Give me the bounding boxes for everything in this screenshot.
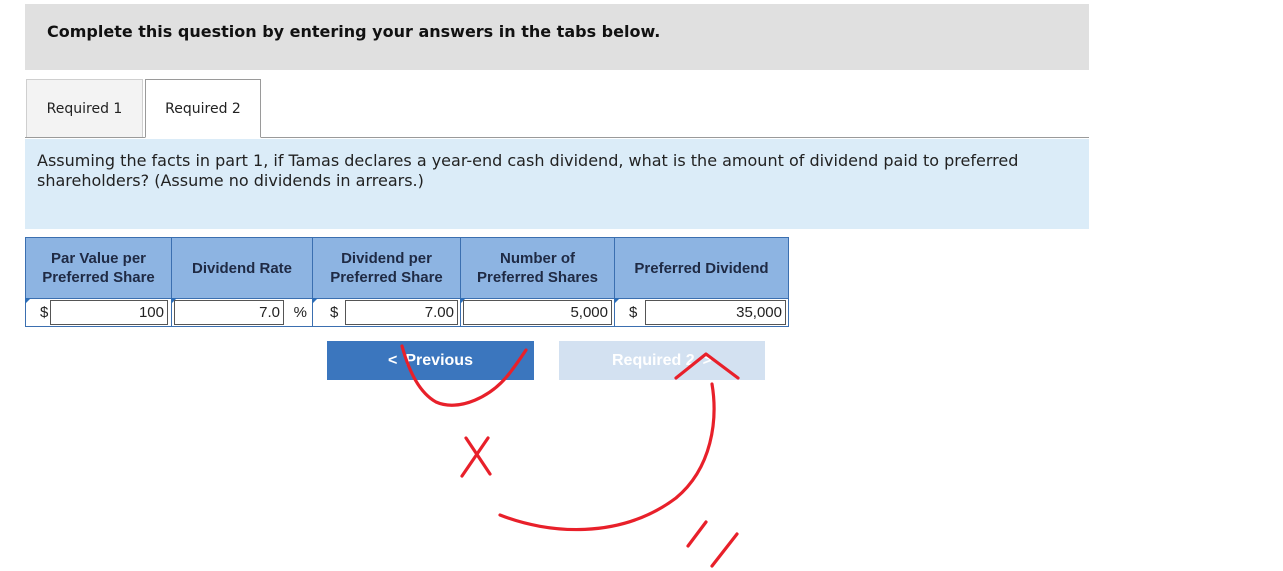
number-of-shares-input[interactable]: 5,000 bbox=[463, 300, 612, 325]
table-row: $ 100 7.0 % $ 7.00 5,000 $ 35,000 bbox=[25, 298, 789, 327]
par-value-input[interactable]: 100 bbox=[50, 300, 168, 325]
instruction-text: Complete this question by entering your … bbox=[47, 22, 661, 41]
header-par-value-line1: Par Value per bbox=[50, 250, 147, 267]
question-text: Assuming the facts in part 1, if Tamas d… bbox=[37, 151, 1019, 190]
header-dividend-per-share: Dividend per Preferred Share bbox=[312, 237, 461, 299]
next-button-label: Required 2 bbox=[611, 351, 695, 369]
dividend-rate-input[interactable]: 7.0 bbox=[174, 300, 284, 325]
instruction-banner: Complete this question by entering your … bbox=[25, 4, 1089, 70]
tab-required-1[interactable]: Required 1 bbox=[26, 79, 143, 137]
currency-symbol: $ bbox=[40, 304, 49, 321]
currency-symbol: $ bbox=[330, 304, 339, 321]
input-flag-icon bbox=[25, 298, 31, 304]
dividend-rate-cell: 7.0 % bbox=[171, 298, 313, 327]
header-shares-line1: Number of bbox=[500, 250, 575, 267]
header-number-of-shares: Number of Preferred Shares bbox=[460, 237, 615, 299]
table-header-row: Par Value per Preferred Share Dividend R… bbox=[25, 237, 789, 299]
annotation-x-mark-b bbox=[460, 436, 490, 478]
header-dps-line1: Dividend per bbox=[341, 250, 432, 267]
annotation-x-mark-a bbox=[464, 436, 492, 476]
previous-button-label: Previous bbox=[405, 351, 473, 369]
tab-required-2[interactable]: Required 2 bbox=[145, 79, 261, 138]
header-dividend-rate: Dividend Rate bbox=[171, 237, 313, 299]
header-shares-line2: Preferred Shares bbox=[477, 269, 598, 286]
dividend-per-share-cell: $ 7.00 bbox=[312, 298, 461, 327]
input-flag-icon bbox=[312, 298, 318, 304]
previous-button[interactable]: < Previous bbox=[327, 341, 534, 380]
par-value-cell: $ 100 bbox=[25, 298, 172, 327]
preferred-dividend-cell: $ 35,000 bbox=[614, 298, 789, 327]
header-par-value-line2: Preferred Share bbox=[42, 269, 155, 286]
header-preferred-dividend: Preferred Dividend bbox=[614, 237, 789, 299]
currency-symbol: $ bbox=[629, 304, 638, 321]
chevron-right-icon: > bbox=[702, 351, 713, 369]
header-dps-line2: Preferred Share bbox=[330, 269, 443, 286]
annotation-equals-b bbox=[710, 532, 739, 568]
number-of-shares-cell: 5,000 bbox=[460, 298, 615, 327]
header-par-value: Par Value per Preferred Share bbox=[25, 237, 172, 299]
next-required-2-button[interactable]: Required 2 > bbox=[559, 341, 765, 380]
percent-symbol: % bbox=[293, 304, 307, 321]
answer-table: Par Value per Preferred Share Dividend R… bbox=[25, 237, 789, 327]
question-panel: Assuming the facts in part 1, if Tamas d… bbox=[25, 139, 1089, 229]
input-flag-icon bbox=[614, 298, 620, 304]
annotation-arrow-curve bbox=[498, 382, 716, 532]
annotation-equals-a bbox=[686, 520, 708, 548]
preferred-dividend-input[interactable]: 35,000 bbox=[645, 300, 786, 325]
dividend-per-share-input[interactable]: 7.00 bbox=[345, 300, 458, 325]
chevron-left-icon: < bbox=[388, 351, 398, 369]
